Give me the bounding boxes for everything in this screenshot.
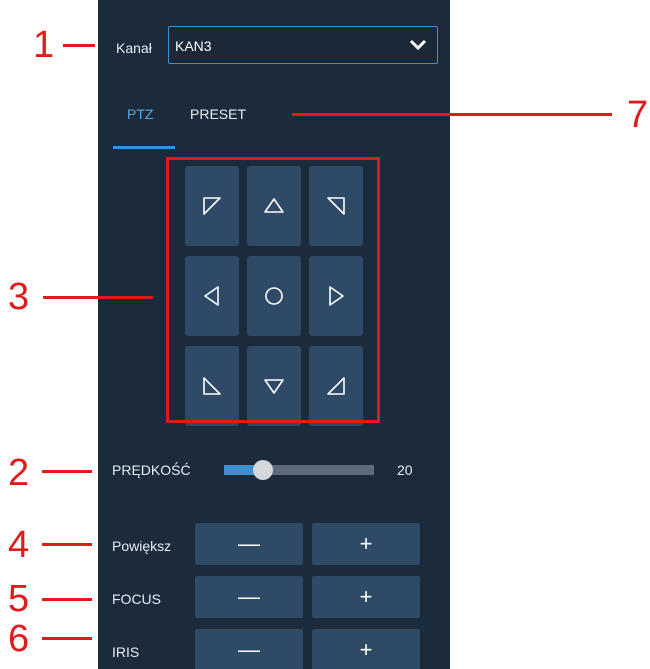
channel-label: Kanał	[116, 40, 152, 56]
speed-slider-thumb[interactable]	[253, 460, 273, 480]
speed-value: 20	[397, 462, 413, 478]
annotation-line-2	[42, 470, 92, 473]
annotation-line-5	[42, 598, 92, 601]
zoom-label: Powiększ	[112, 538, 172, 554]
speed-label: PRĘDKOŚĆ	[112, 462, 191, 478]
zoom-in-button[interactable]: +	[312, 523, 420, 565]
annotation-number-2: 2	[8, 452, 30, 494]
focus-plus-button[interactable]: +	[312, 576, 420, 618]
annotation-line-3	[43, 296, 153, 299]
screenshot-stage: Kanał KAN3 PTZ PRESET PRĘDKOŚĆ 20 Powięk…	[0, 0, 650, 669]
speed-slider[interactable]	[224, 460, 374, 480]
annotation-number-1: 1	[33, 24, 55, 66]
annotation-line-1	[63, 44, 95, 47]
iris-plus-button[interactable]: +	[312, 629, 420, 669]
chevron-down-icon	[409, 39, 427, 51]
annotation-number-7: 7	[627, 94, 649, 136]
annotation-line-4	[42, 543, 92, 546]
tab-preset[interactable]: PRESET	[190, 106, 246, 122]
iris-label: IRIS	[112, 644, 140, 660]
active-tab-indicator	[113, 146, 175, 149]
annotation-number-6: 6	[8, 618, 30, 660]
ptz-pad-highlight-box	[166, 157, 380, 423]
annotation-number-3: 3	[8, 276, 30, 318]
tab-ptz[interactable]: PTZ	[127, 106, 153, 122]
focus-minus-button[interactable]: —	[195, 576, 303, 618]
channel-value: KAN3	[175, 38, 212, 54]
channel-select[interactable]: KAN3	[168, 26, 438, 64]
focus-label: FOCUS	[112, 591, 161, 607]
annotation-number-5: 5	[8, 578, 30, 620]
zoom-out-button[interactable]: —	[195, 523, 303, 565]
annotation-line-6	[42, 637, 92, 640]
annotation-line-7	[292, 113, 612, 116]
iris-minus-button[interactable]: —	[195, 629, 303, 669]
annotation-number-4: 4	[8, 524, 30, 566]
